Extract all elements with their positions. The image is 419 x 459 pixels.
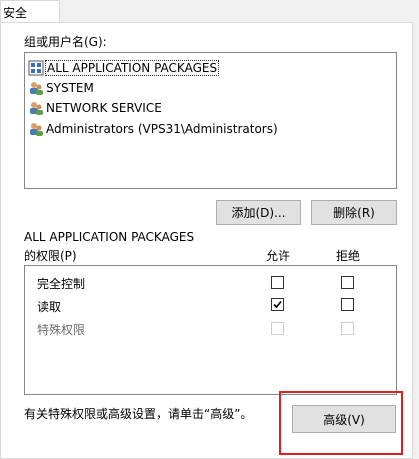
list-item[interactable]: Administrators (VPS31\Administrators) — [28, 120, 278, 138]
group-user-label: 组或用户名(G): — [24, 35, 107, 49]
perm-header-principal: ALL APPLICATION PACKAGES — [24, 230, 195, 244]
perm-header-label: 的权限(P) — [24, 249, 77, 263]
list-item[interactable]: SYSTEM — [28, 79, 94, 97]
users-icon — [28, 100, 44, 116]
app-packages-icon — [28, 60, 44, 76]
users-icon — [28, 80, 44, 96]
tab-security[interactable]: 安全 — [0, 0, 60, 23]
principal-name: ALL APPLICATION PACKAGES — [44, 60, 220, 76]
checkmark-icon — [273, 300, 282, 309]
principal-name: NETWORK SERVICE — [46, 101, 162, 115]
deny-read-checkbox[interactable] — [341, 298, 354, 311]
allow-read-checkbox[interactable] — [271, 298, 284, 311]
users-icon — [28, 121, 44, 137]
deny-full-control-checkbox[interactable] — [341, 276, 354, 289]
remove-button[interactable]: 删除(R) — [311, 200, 397, 225]
tab-security-label: 安全 — [3, 6, 28, 20]
deny-column-header: 拒绝 — [336, 249, 361, 263]
principal-list[interactable]: ALL APPLICATION PACKAGES SYSTEM NETWORK … — [24, 52, 397, 189]
permission-special: 特殊权限 — [37, 323, 86, 337]
allow-full-control-checkbox[interactable] — [271, 276, 284, 289]
allow-column-header: 允许 — [266, 249, 291, 263]
principal-name: SYSTEM — [46, 81, 94, 95]
permissions-list: 完全控制 读取 特殊权限 — [24, 265, 397, 395]
list-item[interactable]: ALL APPLICATION PACKAGES — [28, 59, 220, 77]
permission-read: 读取 — [37, 300, 62, 314]
allow-special-checkbox — [271, 322, 284, 335]
highlight-box — [279, 391, 403, 455]
add-button[interactable]: 添加(D)... — [216, 200, 301, 225]
principal-name: Administrators (VPS31\Administrators) — [46, 122, 278, 136]
advanced-hint-text: 有关特殊权限或高级设置，请单击“高级”。 — [24, 407, 253, 421]
permission-full-control: 完全控制 — [37, 277, 86, 291]
deny-special-checkbox — [341, 322, 354, 335]
list-item[interactable]: NETWORK SERVICE — [28, 99, 162, 117]
tab-strip: 安全 — [0, 0, 419, 23]
